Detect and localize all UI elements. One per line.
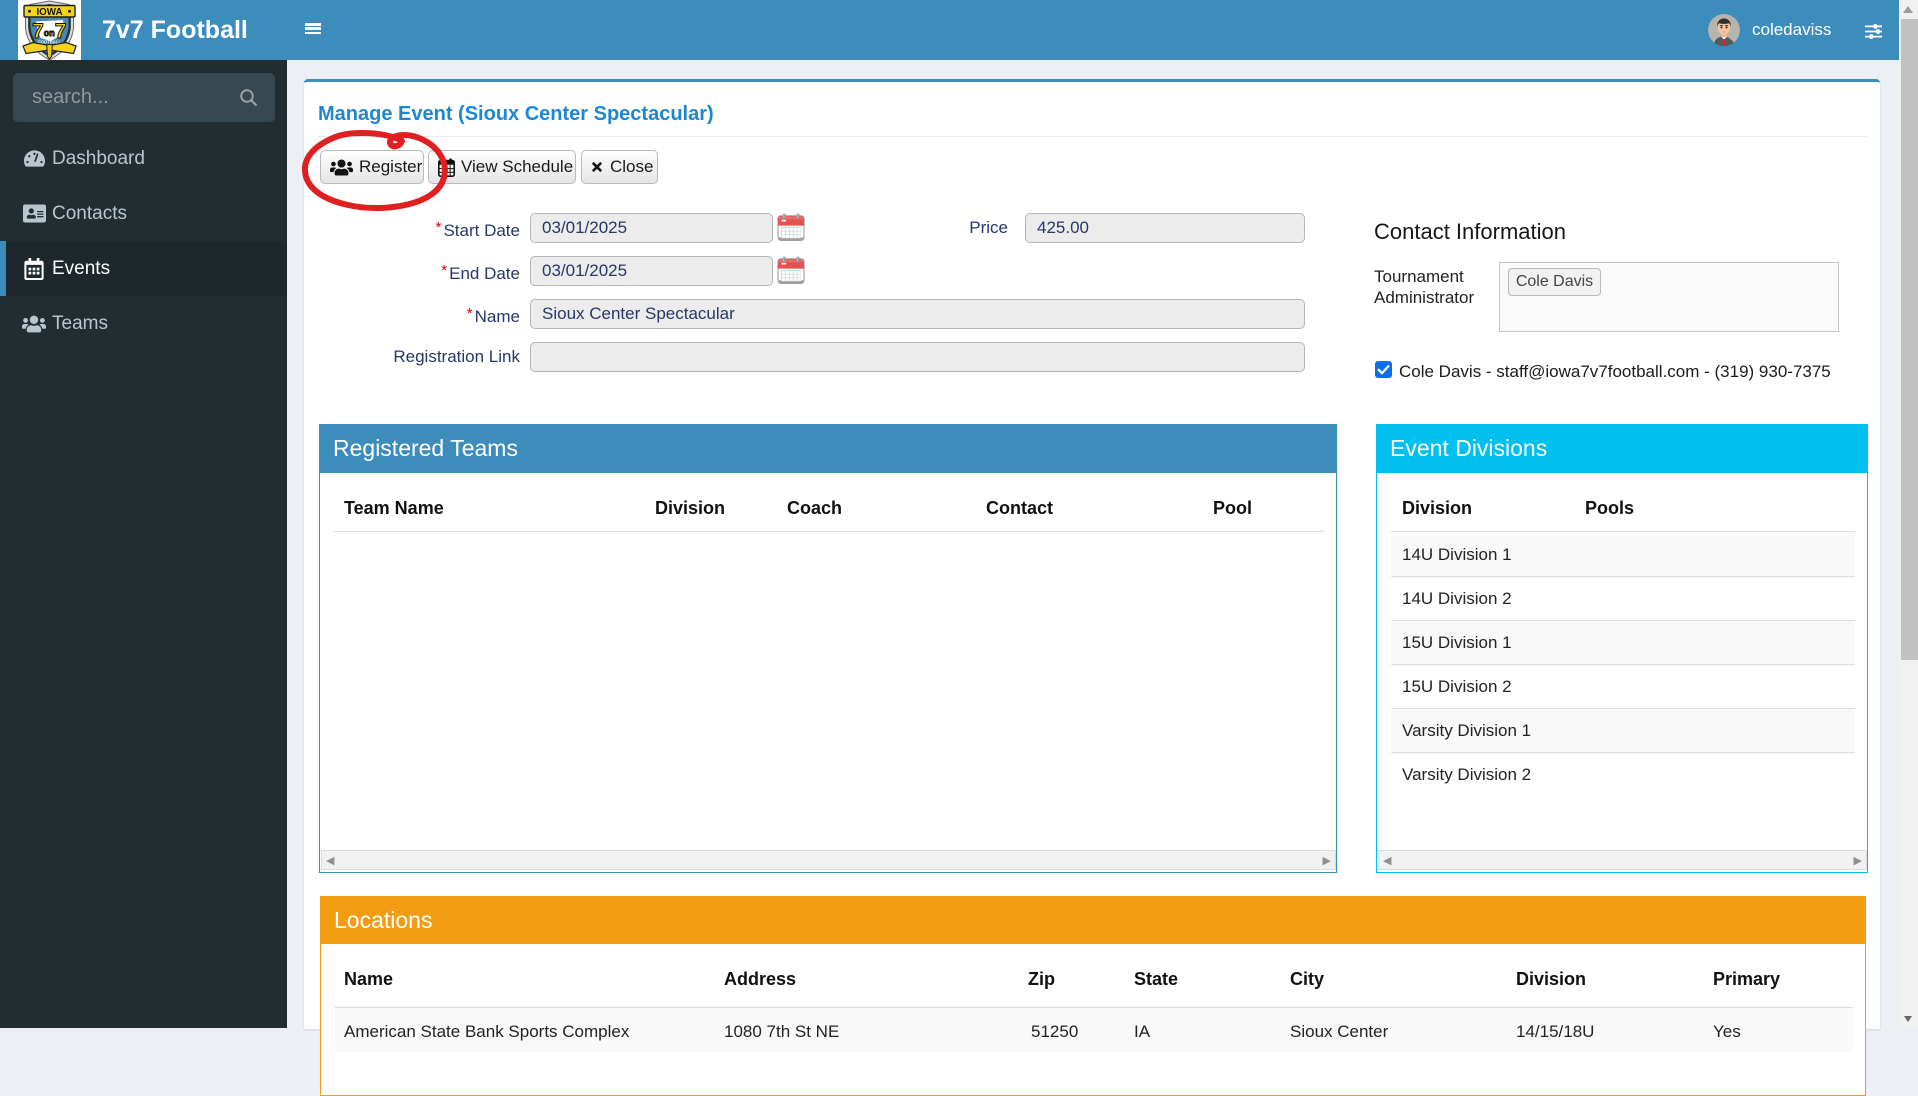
svg-text:IOWA: IOWA: [36, 7, 62, 18]
